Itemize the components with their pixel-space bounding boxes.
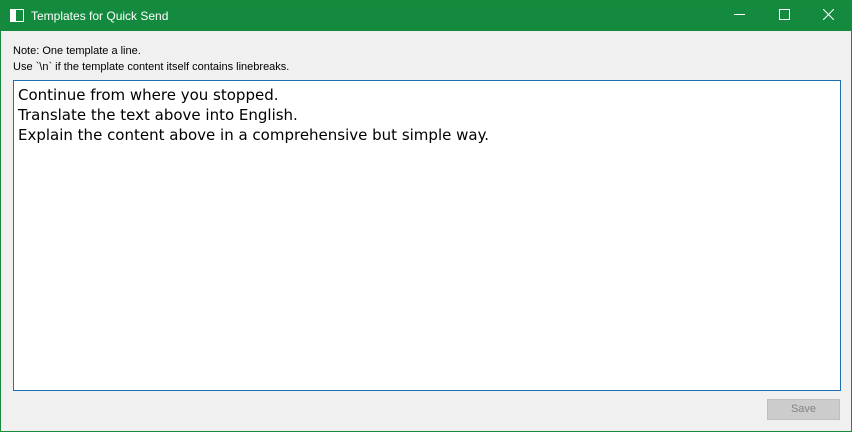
save-button[interactable]: Save (767, 399, 840, 420)
minimize-icon (733, 7, 745, 25)
window-title: Templates for Quick Send (31, 9, 169, 23)
template-line: Translate the text above into English. (18, 106, 298, 124)
window-panel-icon (10, 9, 24, 22)
maximize-icon (778, 7, 790, 25)
templates-window: Templates for Quick Send Note: One templ… (0, 0, 852, 432)
title-bar[interactable]: Templates for Quick Send (1, 1, 851, 31)
templates-textarea[interactable]: Continue from where you stopped. Transla… (13, 80, 841, 391)
template-line: Explain the content above in a comprehen… (18, 126, 490, 144)
note-text: Note: One template a line. Use `\n` if t… (13, 43, 289, 75)
minimize-button[interactable] (716, 1, 762, 31)
note-line-2: Use `\n` if the template content itself … (13, 61, 290, 73)
maximize-button[interactable] (761, 1, 807, 31)
close-button[interactable] (805, 1, 851, 31)
note-line-1: Note: One template a line. (13, 45, 141, 57)
template-line: Continue from where you stopped. (18, 86, 279, 104)
close-icon (822, 7, 834, 25)
